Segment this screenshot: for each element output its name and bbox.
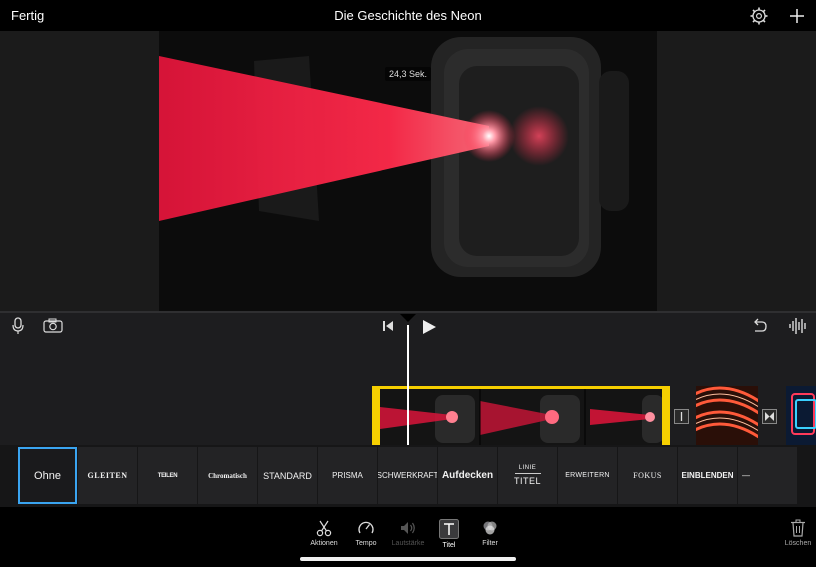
project-title: Die Geschichte des Neon	[334, 8, 482, 23]
speedometer-icon	[358, 521, 374, 534]
title-style-standard[interactable]: STANDARD	[258, 447, 317, 504]
title-style-more[interactable]: —	[738, 447, 797, 504]
divider	[514, 473, 541, 474]
trash-icon	[791, 519, 805, 537]
timeline-area[interactable]	[0, 311, 816, 445]
transition-bowtie-icon	[765, 412, 774, 421]
transition-button[interactable]	[674, 409, 689, 424]
clip-duration-label: 24,3 Sek.	[0, 67, 816, 81]
clip-thumbnail	[696, 386, 758, 445]
playhead[interactable]	[407, 325, 409, 445]
waveform-icon[interactable]	[788, 317, 808, 335]
video-clip[interactable]	[696, 386, 758, 445]
plus-icon[interactable]	[787, 6, 807, 26]
skip-back-icon[interactable]	[382, 320, 394, 332]
transition-line-icon	[680, 412, 683, 421]
title-style-aufdecken[interactable]: Aufdecken	[438, 447, 497, 504]
title-style-schwerkraft[interactable]: SCHWERKRAFT	[378, 447, 437, 504]
title-style-fokus[interactable]: FOKUS	[618, 447, 677, 504]
filters-tool[interactable]: Filter	[465, 519, 515, 547]
text-t-icon	[439, 519, 459, 539]
transition-button[interactable]	[762, 409, 777, 424]
video-viewer[interactable]: 24,3 Sek.	[0, 31, 816, 311]
title-styles-strip[interactable]: Ohne GLEITEN TEILEN Chromatisch STANDARD…	[0, 445, 816, 507]
top-bar: Fertig Die Geschichte des Neon	[0, 0, 816, 31]
selected-video-clip[interactable]	[372, 386, 670, 445]
camera-icon[interactable]	[43, 318, 63, 333]
divider	[0, 311, 816, 313]
title-style-gleiten[interactable]: GLEITEN	[78, 447, 137, 504]
gear-icon[interactable]	[749, 6, 769, 26]
playhead-marker	[400, 314, 416, 322]
title-style-teilen[interactable]: TEILEN	[138, 447, 197, 504]
delete-tool[interactable]: Löschen	[773, 519, 816, 547]
speaker-icon	[401, 522, 415, 534]
title-style-einblenden[interactable]: EINBLENDEN	[678, 447, 737, 504]
title-style-erweitern[interactable]: ERWEITERN	[558, 447, 617, 504]
scissors-icon	[316, 520, 332, 537]
play-icon[interactable]	[421, 319, 437, 335]
title-style-prisma[interactable]: PRISMA	[318, 447, 377, 504]
filter-circles-icon	[483, 521, 497, 535]
clip-thumbnail	[786, 386, 816, 445]
undo-icon[interactable]	[750, 318, 768, 334]
video-clip[interactable]	[786, 386, 816, 445]
title-style-linie-titel[interactable]: LINIE TITEL	[498, 447, 557, 504]
title-style-ohne[interactable]: Ohne	[18, 447, 77, 504]
title-style-chromatisch[interactable]: Chromatisch	[198, 447, 257, 504]
microphone-icon[interactable]	[10, 317, 26, 335]
clip-thumbnails	[380, 389, 662, 445]
home-indicator[interactable]	[300, 557, 516, 561]
